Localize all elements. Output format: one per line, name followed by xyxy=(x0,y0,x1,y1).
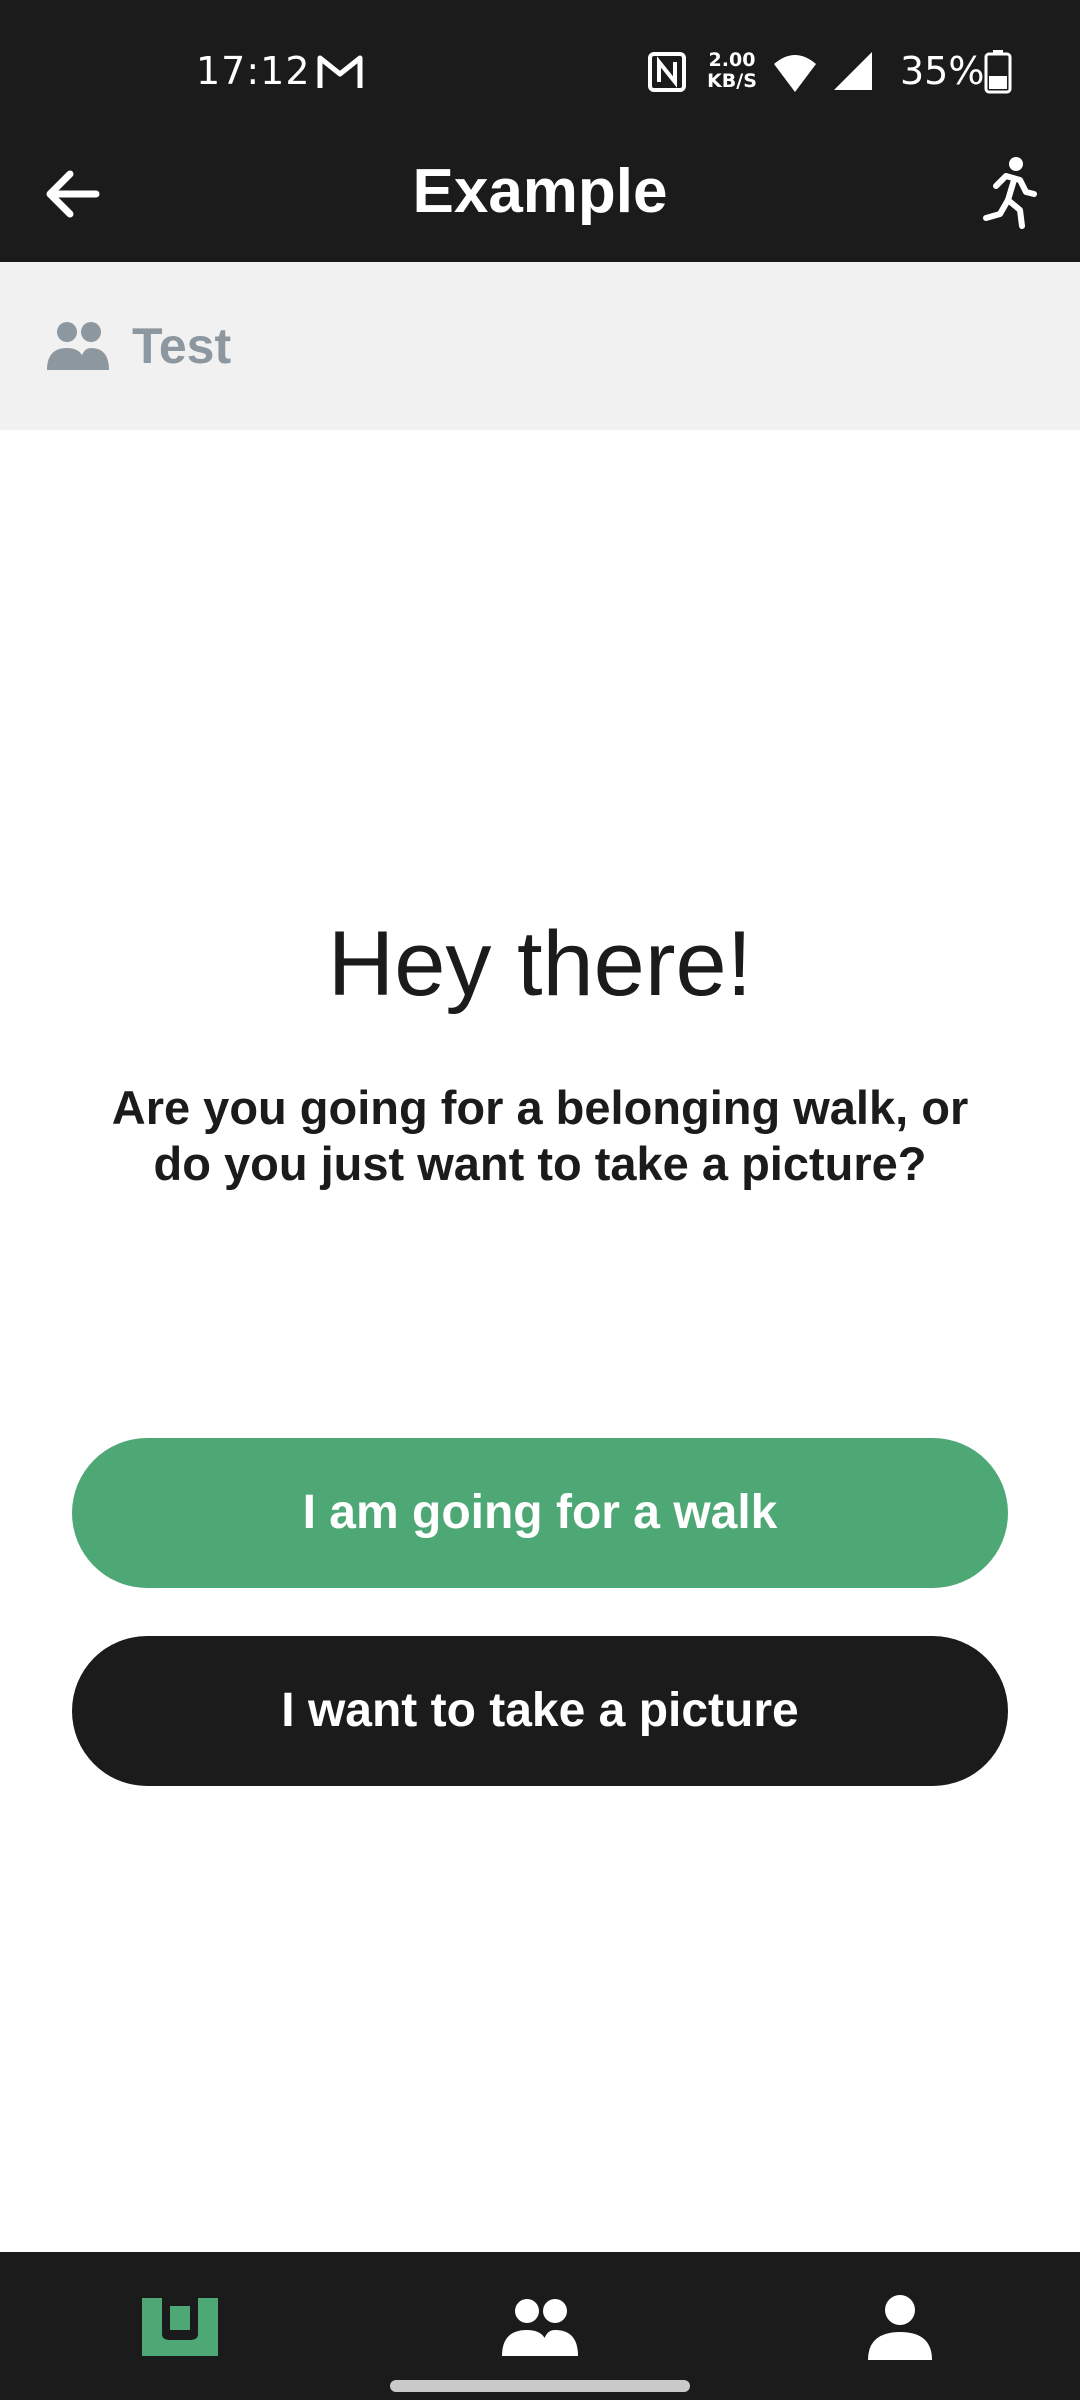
nfc-icon xyxy=(648,52,686,92)
person-icon xyxy=(868,2295,932,2360)
greeting-heading: Hey there! xyxy=(327,913,753,1015)
nav-item-groups[interactable] xyxy=(440,2252,640,2400)
app-bar: Example xyxy=(0,140,1080,262)
network-speed-unit: KB/S xyxy=(707,70,757,92)
status-bar: 17:12 2.00 KB/S 35% xyxy=(0,0,1080,140)
gmail-icon xyxy=(317,55,363,88)
group-name: Test xyxy=(132,318,232,374)
network-speed: 2.00 KB/S xyxy=(702,50,762,92)
wifi-icon xyxy=(774,55,816,92)
go-for-walk-button[interactable]: I am going for a walk xyxy=(72,1438,1008,1588)
bottom-nav xyxy=(0,2252,1080,2400)
home-indicator[interactable] xyxy=(390,2380,690,2392)
battery-icon xyxy=(984,50,1012,94)
people-icon xyxy=(47,322,109,370)
signal-icon xyxy=(834,52,872,90)
network-speed-value: 2.00 xyxy=(708,49,756,71)
take-picture-button[interactable]: I want to take a picture xyxy=(72,1636,1008,1786)
nav-item-home[interactable] xyxy=(80,2252,280,2400)
battery-percent: 35% xyxy=(900,49,985,93)
arrow-left-icon xyxy=(46,170,100,218)
group-bar[interactable]: Test xyxy=(0,262,1080,430)
question-text: Are you going for a belonging walk, or d… xyxy=(111,1081,969,1190)
people-icon xyxy=(502,2299,578,2356)
status-time: 17:12 xyxy=(196,49,311,93)
back-button[interactable] xyxy=(36,156,112,232)
walking-person-icon xyxy=(983,157,1037,229)
nav-item-profile[interactable] xyxy=(800,2252,1000,2400)
start-walk-button[interactable] xyxy=(966,152,1046,232)
app-logo-icon xyxy=(142,2298,218,2356)
page-title: Example xyxy=(412,157,668,226)
